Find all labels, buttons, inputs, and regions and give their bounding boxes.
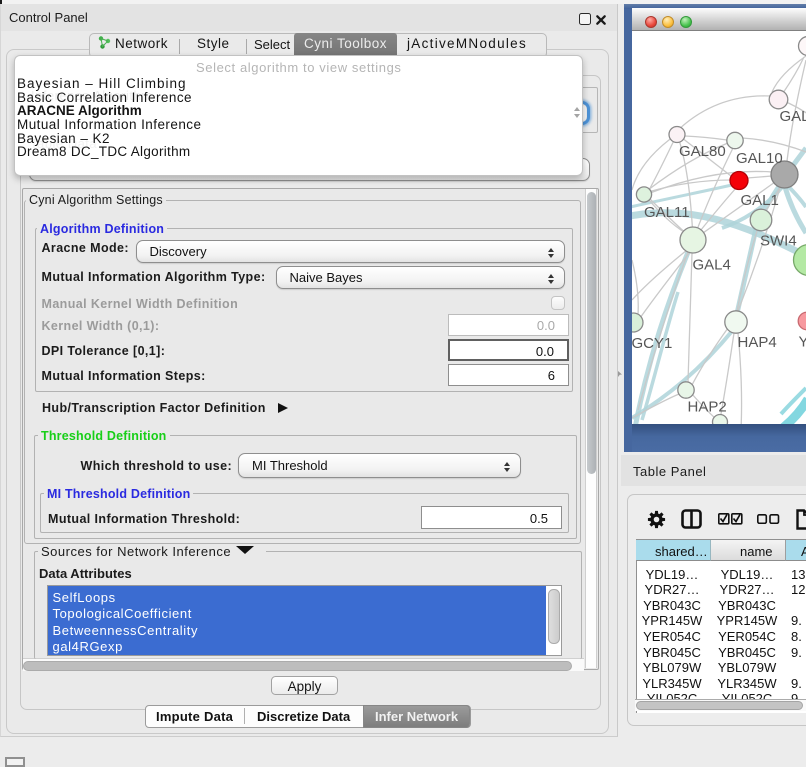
svg-text:GAL11: GAL11	[644, 204, 690, 221]
svg-text:HAP2: HAP2	[688, 399, 727, 416]
svg-text:GAL2: GAL2	[780, 108, 806, 125]
svg-text:HAP4: HAP4	[738, 334, 777, 351]
svg-text:GCY1: GCY1	[632, 335, 672, 352]
svg-text:Y: Y	[799, 334, 806, 351]
svg-text:GAL80: GAL80	[679, 143, 726, 160]
svg-text:GAL1: GAL1	[741, 192, 779, 209]
svg-text:GAL10: GAL10	[736, 150, 783, 167]
svg-text:SWI4: SWI4	[760, 233, 797, 250]
svg-text:GAL4: GAL4	[693, 257, 731, 274]
